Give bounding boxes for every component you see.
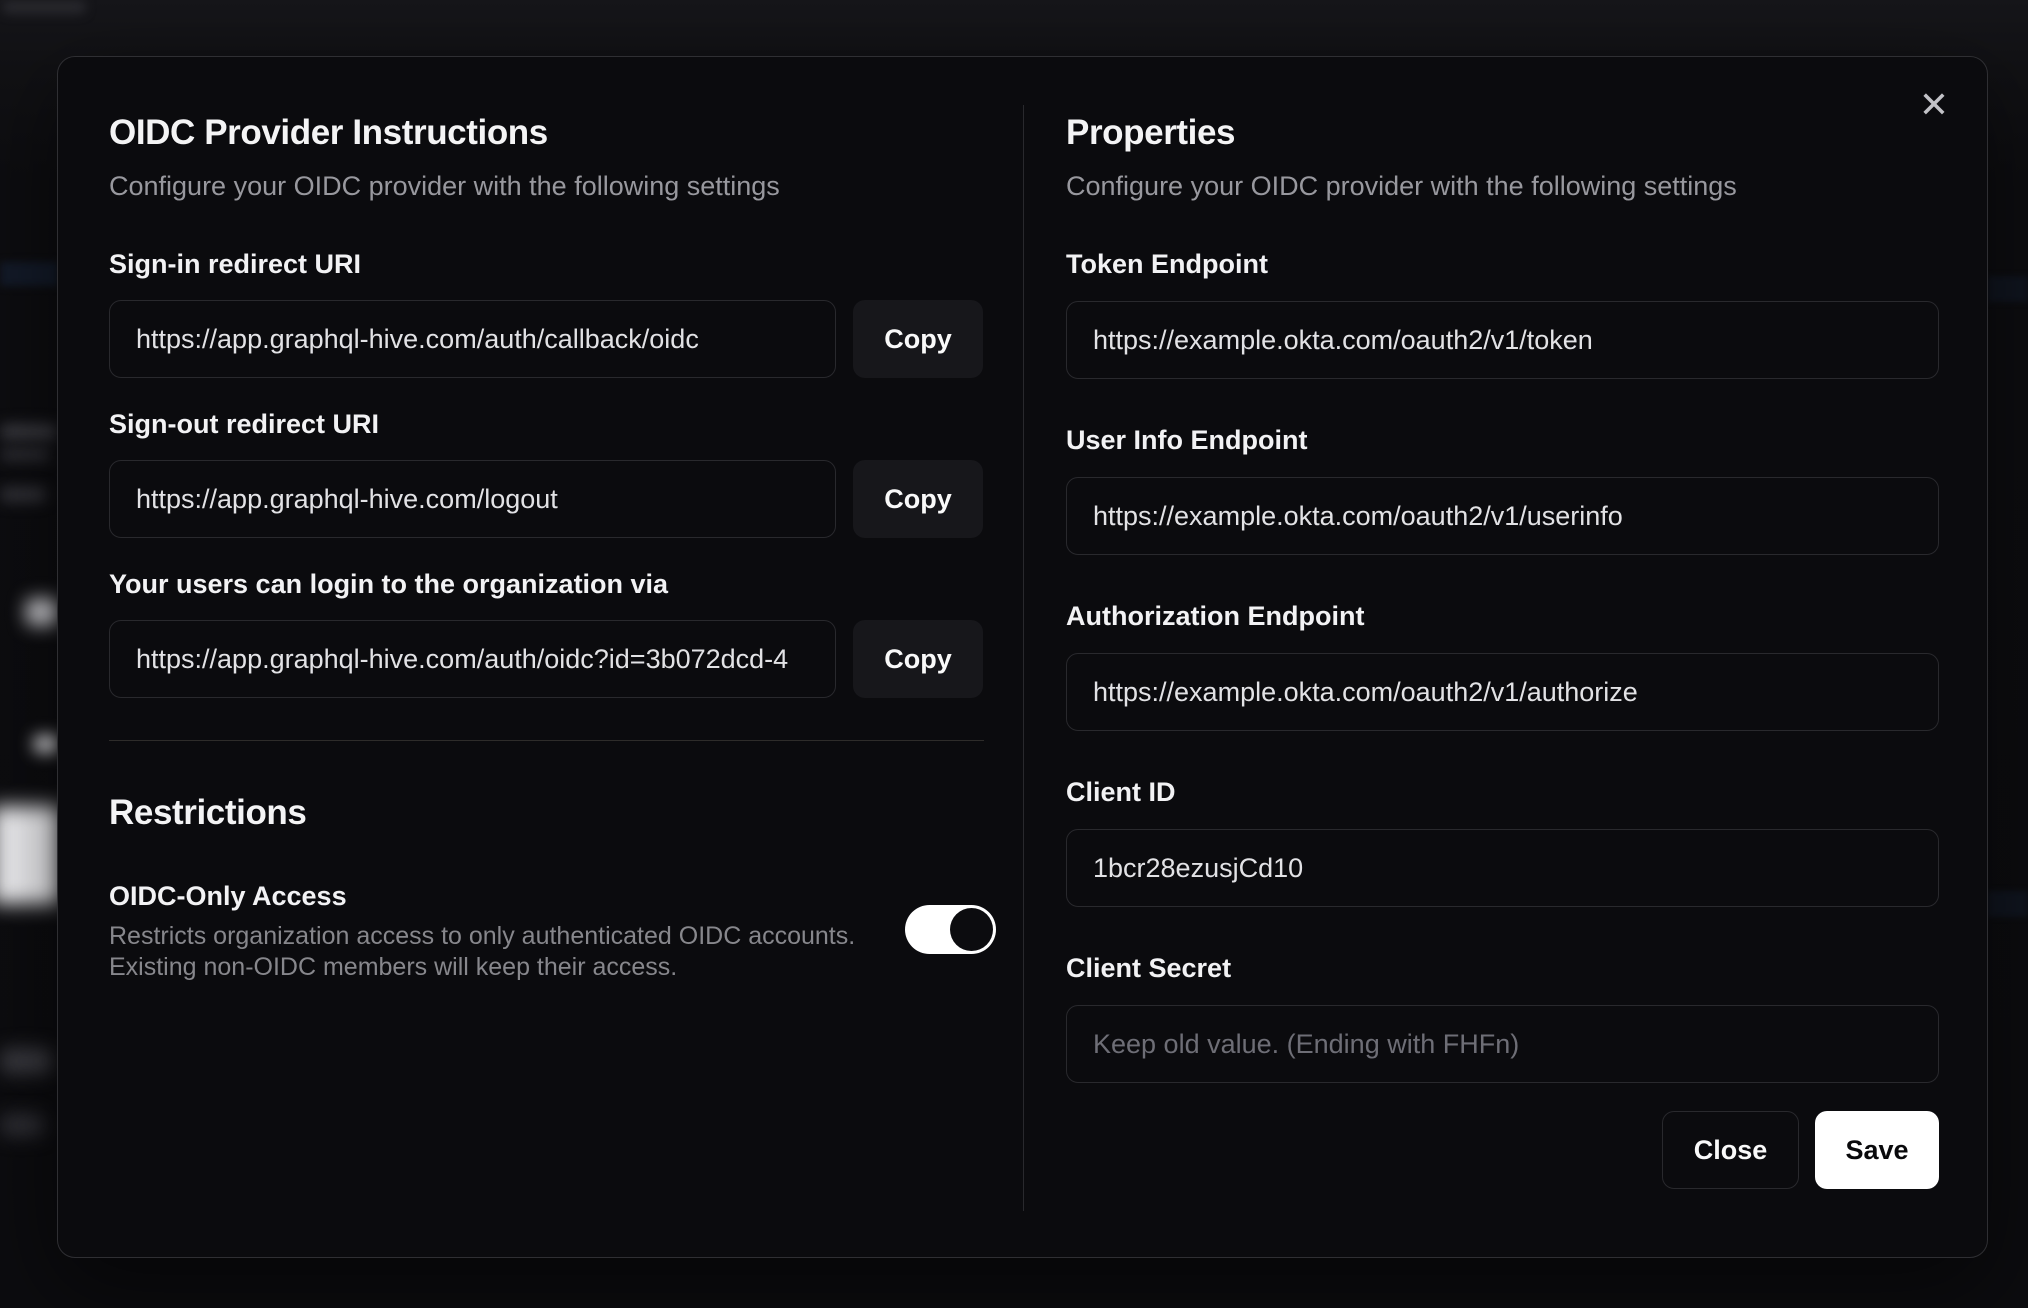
background-artifact <box>0 1048 52 1074</box>
client-id-label: Client ID <box>1066 777 1176 807</box>
client-secret-label: Client Secret <box>1066 953 1232 983</box>
background-artifact <box>2 0 86 14</box>
oidc-only-access-label: OIDC-Only Access <box>109 881 347 911</box>
background-artifact <box>0 806 60 904</box>
properties-subtitle: Configure your OIDC provider with the fo… <box>1066 171 1737 201</box>
organization-login-url-row: Copy <box>109 620 984 698</box>
organization-login-url-input[interactable] <box>109 620 836 698</box>
copy-login-url-button[interactable]: Copy <box>853 620 983 698</box>
sign-in-redirect-uri-row: Copy <box>109 300 984 378</box>
properties-section: Properties Configure your OIDC provider … <box>1066 57 1939 1189</box>
background-artifact <box>26 598 58 626</box>
background-artifact <box>0 424 57 440</box>
oidc-provider-dialog: ✕ OIDC Provider Instructions Configure y… <box>57 56 1988 1258</box>
token-endpoint-label: Token Endpoint <box>1066 249 1268 279</box>
client-id-input[interactable] <box>1066 829 1939 907</box>
sign-in-redirect-uri-label: Sign-in redirect URI <box>109 249 362 279</box>
oidc-instructions-subtitle: Configure your OIDC provider with the fo… <box>109 171 780 201</box>
sign-in-redirect-uri-input[interactable] <box>109 300 836 378</box>
properties-title: Properties <box>1066 113 1236 152</box>
background-artifact <box>0 1114 44 1136</box>
oidc-instructions-title: OIDC Provider Instructions <box>109 113 548 152</box>
section-divider <box>109 740 984 741</box>
oidc-only-access-description: Restricts organization access to only au… <box>109 922 856 950</box>
background-artifact <box>0 448 50 461</box>
save-button[interactable]: Save <box>1815 1111 1939 1189</box>
background-artifact <box>0 487 46 502</box>
client-secret-input[interactable] <box>1066 1005 1939 1083</box>
background-artifact <box>1988 276 2028 302</box>
token-endpoint-input[interactable] <box>1066 301 1939 379</box>
dialog-actions: Close Save <box>1066 1111 1939 1189</box>
column-divider <box>1023 105 1024 1211</box>
copy-sign-out-uri-button[interactable]: Copy <box>853 460 983 538</box>
sign-out-redirect-uri-row: Copy <box>109 460 984 538</box>
copy-sign-in-uri-button[interactable]: Copy <box>853 300 983 378</box>
oidc-only-access-row: OIDC-Only Access Restricts organization … <box>109 879 996 983</box>
close-button[interactable]: Close <box>1662 1111 1799 1189</box>
organization-login-url-label: Your users can login to the organization… <box>109 569 669 599</box>
background-artifact <box>0 262 58 286</box>
oidc-only-access-description: Existing non-OIDC members will keep thei… <box>109 953 678 981</box>
user-info-endpoint-label: User Info Endpoint <box>1066 425 1308 455</box>
oidc-instructions-section: OIDC Provider Instructions Configure you… <box>109 57 996 983</box>
oidc-only-access-toggle[interactable] <box>905 905 996 954</box>
toggle-thumb <box>950 908 993 951</box>
background-artifact <box>1988 891 2028 917</box>
authorization-endpoint-input[interactable] <box>1066 653 1939 731</box>
authorization-endpoint-label: Authorization Endpoint <box>1066 601 1365 631</box>
user-info-endpoint-input[interactable] <box>1066 477 1939 555</box>
restrictions-title: Restrictions <box>109 793 307 832</box>
sign-out-redirect-uri-label: Sign-out redirect URI <box>109 409 380 439</box>
sign-out-redirect-uri-input[interactable] <box>109 460 836 538</box>
background-artifact <box>34 735 58 753</box>
